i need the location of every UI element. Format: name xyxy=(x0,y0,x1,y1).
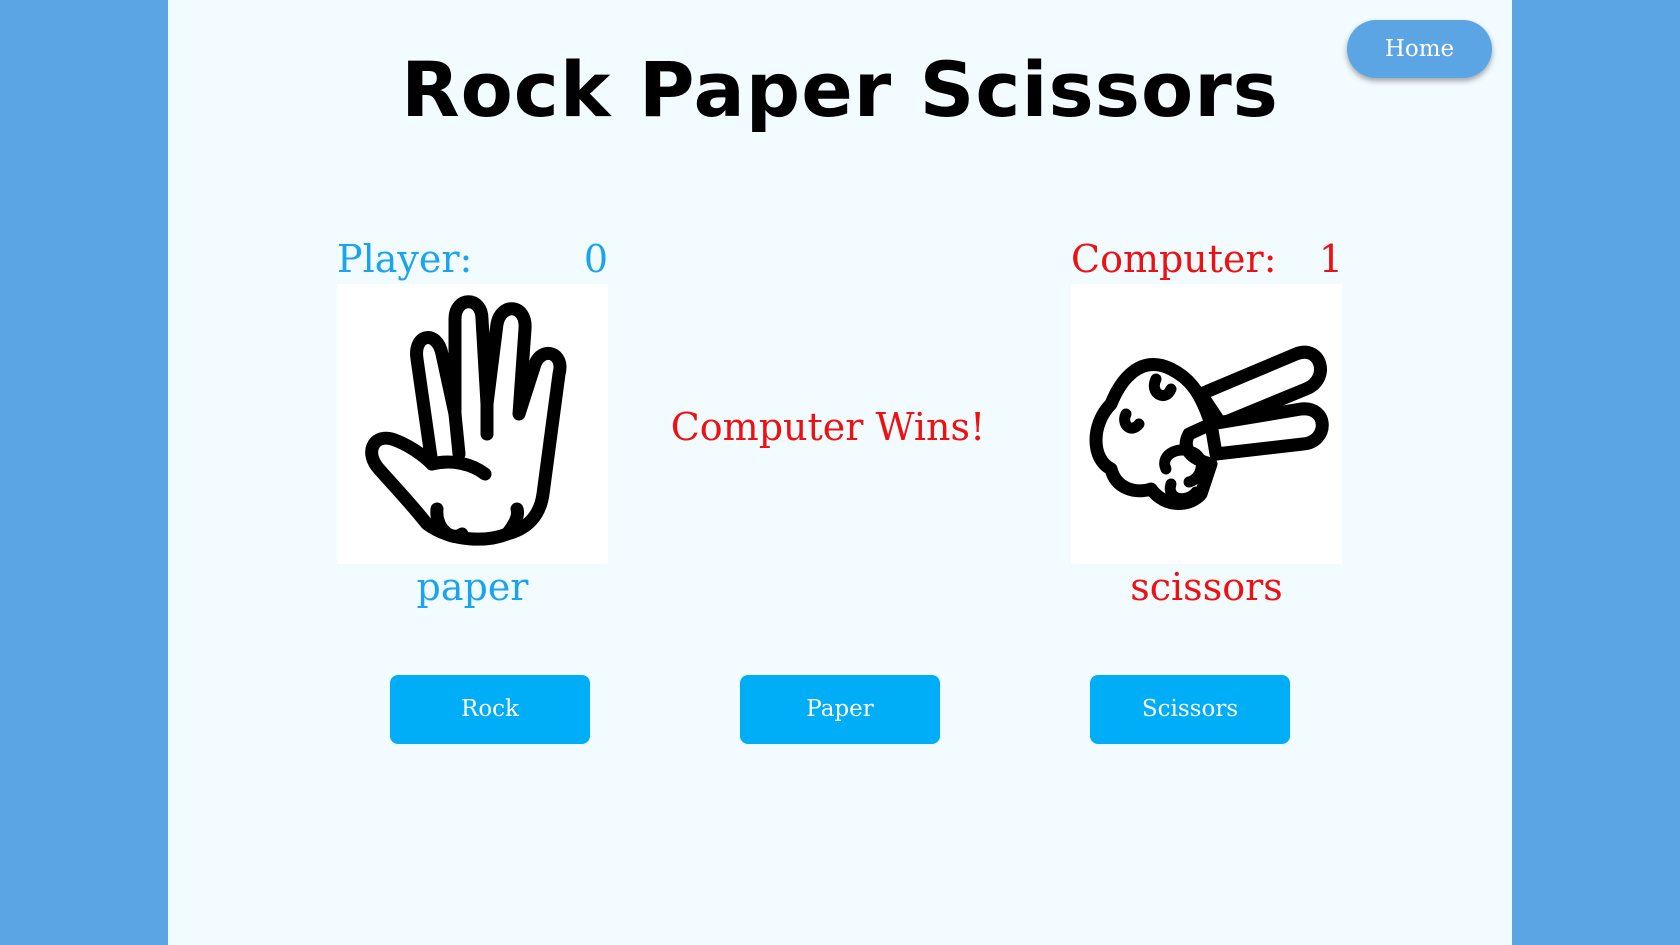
player-label: Player: xyxy=(337,237,473,281)
open-hand-icon xyxy=(365,295,567,546)
scissors-hand-icon xyxy=(1089,345,1329,510)
paper-button[interactable]: Paper xyxy=(740,675,940,744)
page-title: Rock Paper Scissors xyxy=(401,45,1279,134)
rock-button[interactable]: Rock xyxy=(390,675,590,744)
computer-choice-label: scissors xyxy=(1130,565,1283,609)
player-score: 0 xyxy=(583,237,608,281)
player-choice-label: paper xyxy=(416,565,529,609)
computer-choice-image xyxy=(1071,284,1342,564)
scissors-button[interactable]: Scissors xyxy=(1090,675,1290,744)
computer-score: 1 xyxy=(1318,237,1343,281)
player-choice-image xyxy=(337,284,608,564)
computer-label: Computer: xyxy=(1071,237,1277,281)
result-message: Computer Wins! xyxy=(670,405,986,449)
game-panel: Home Rock Paper Scissors Player: 0 paper… xyxy=(168,0,1512,945)
